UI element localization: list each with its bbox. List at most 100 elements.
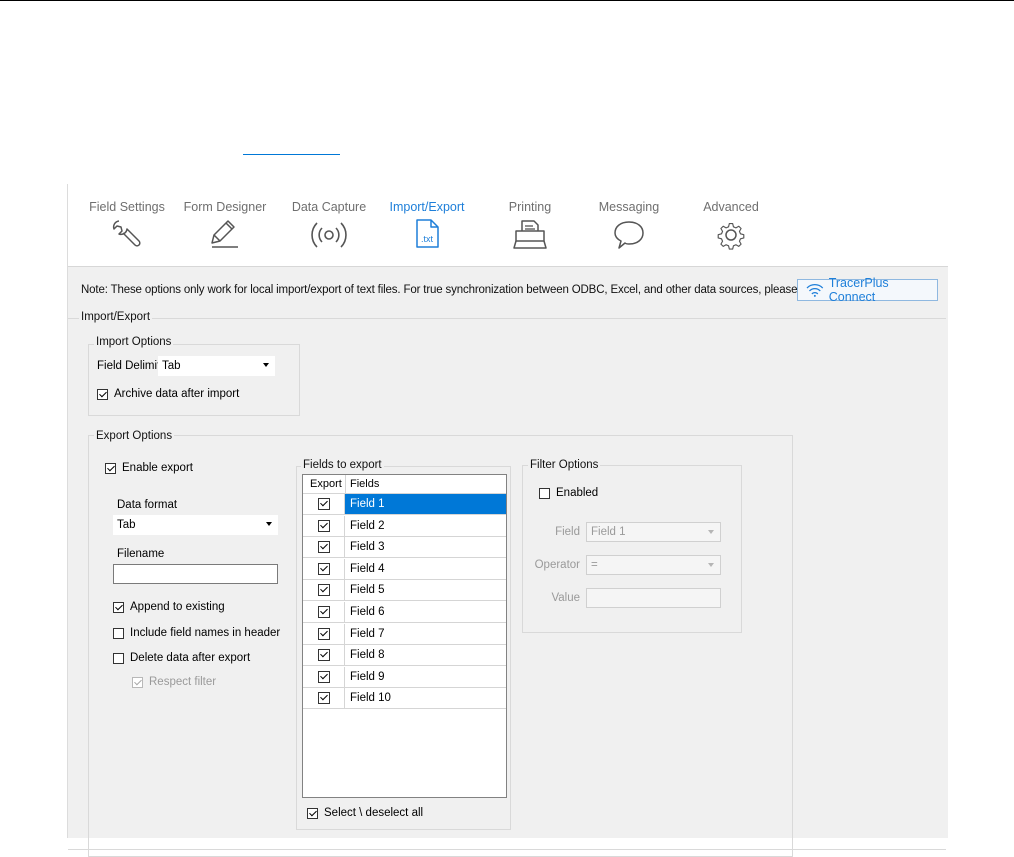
checkbox-box	[113, 627, 124, 639]
tab-field-settings[interactable]: Field Settings	[89, 200, 165, 250]
include-field-names-label: Include field names in header	[130, 627, 281, 639]
checkbox-box	[132, 676, 143, 688]
pencil-icon	[211, 220, 238, 248]
tab-label: Import/Export	[389, 200, 465, 214]
respect-filter-checkbox: Respect filter	[132, 676, 216, 688]
export-checkbox[interactable]	[318, 519, 330, 532]
broadcast-icon	[311, 222, 347, 248]
table-row[interactable]: Field 10	[303, 688, 506, 710]
tab-form-designer[interactable]: Form Designer	[183, 200, 267, 250]
table-row[interactable]: Field 2	[303, 515, 506, 537]
tab-import-export[interactable]: Import/Export .txt	[388, 200, 466, 250]
filter-enabled-label: Enabled	[556, 487, 599, 499]
table-row[interactable]: Field 8	[303, 645, 506, 667]
checkbox-box	[113, 652, 124, 664]
wifi-icon	[806, 284, 824, 297]
tracerplus-connect-label: TracerPlus Connect	[828, 276, 889, 304]
tab-data-capture[interactable]: Data Capture	[290, 200, 368, 250]
filter-field-select: Field 1	[586, 522, 721, 542]
export-cell	[303, 558, 345, 579]
field-name-cell: Field 5	[350, 584, 385, 597]
export-cell	[303, 602, 345, 622]
export-checkbox[interactable]	[318, 627, 330, 640]
export-cell	[303, 537, 345, 558]
filter-value-input	[586, 588, 721, 608]
tab-messaging[interactable]: Messaging	[596, 200, 662, 250]
tab-label: Messaging	[598, 200, 660, 214]
export-checkbox[interactable]	[318, 670, 330, 683]
tab-label: Form Designer	[183, 200, 267, 214]
field-name-cell: Field 2	[350, 519, 385, 532]
tab-label: Data Capture	[291, 200, 367, 214]
filter-field-value: Field 1	[591, 526, 626, 538]
table-row[interactable]: Field 6	[303, 602, 506, 623]
txt-icon-label: .txt	[421, 234, 434, 244]
include-field-names-checkbox[interactable]: Include field names in header	[113, 627, 280, 639]
sync-note: Note: These options only work for local …	[81, 284, 819, 296]
gear-icon	[717, 222, 745, 250]
export-checkbox[interactable]	[318, 498, 330, 510]
tab-printing[interactable]: Printing	[495, 200, 565, 250]
chevron-down-icon	[708, 530, 714, 534]
tab-label: Field Settings	[89, 200, 165, 214]
data-format-value: Tab	[117, 519, 136, 531]
top-border-line	[0, 0, 1014, 1]
export-checkbox[interactable]	[318, 541, 330, 554]
select-all-checkbox[interactable]: Select \ deselect all	[307, 807, 423, 819]
table-row[interactable]: Field 4	[303, 558, 506, 580]
archive-after-import-checkbox[interactable]: Archive data after import	[97, 388, 239, 400]
field-delimiter-value: Tab	[162, 360, 181, 372]
tab-ribbon: Field Settings Form Designer Data Captur…	[68, 184, 948, 267]
checkbox-box	[105, 462, 116, 474]
grid-header: Export Fields	[303, 475, 506, 494]
checkbox-box	[539, 487, 550, 499]
table-row[interactable]: Field 9	[303, 666, 506, 688]
tracerplus-connect-button[interactable]: TracerPlus Connect	[797, 276, 938, 304]
import-export-title: Import/Export	[79, 311, 153, 323]
export-checkbox[interactable]	[318, 562, 330, 575]
data-format-select[interactable]: Tab	[113, 515, 278, 535]
export-cell	[303, 666, 345, 687]
table-row[interactable]: Field 5	[303, 580, 506, 602]
field-name-cell: Field 1	[350, 498, 385, 510]
field-delimiter-select[interactable]: Tab	[158, 356, 275, 376]
delete-after-export-checkbox[interactable]: Delete data after export	[113, 652, 250, 664]
export-cell	[303, 494, 345, 514]
table-row[interactable]: Field 7	[303, 623, 506, 645]
enable-export-checkbox[interactable]: Enable export	[105, 462, 193, 474]
append-to-existing-label: Append to existing	[130, 601, 225, 613]
column-header-fields[interactable]: Fields	[350, 478, 379, 490]
tab-label: Printing	[508, 200, 552, 214]
field-name-cell: Field 10	[350, 692, 391, 705]
fields-grid: Export Fields Field 1 Field 2 Field 3 Field…	[302, 474, 507, 798]
export-options-title: Export Options	[94, 430, 175, 442]
export-checkbox[interactable]	[318, 606, 330, 618]
filter-operator-label: Operator	[534, 559, 580, 571]
column-header-export[interactable]: Export	[310, 478, 342, 490]
tab-label: Advanced	[703, 200, 759, 214]
chevron-down-icon	[263, 363, 269, 367]
filter-field-label: Field	[555, 526, 580, 538]
table-row[interactable]: Field 3	[303, 537, 506, 559]
table-row[interactable]: Field 1	[303, 494, 506, 515]
export-checkbox[interactable]	[318, 649, 330, 662]
select-all-label: Select \ deselect all	[324, 807, 424, 819]
filename-label: Filename	[117, 548, 165, 560]
filter-operator-value: =	[591, 559, 598, 571]
settings-window: Field Settings Form Designer Data Captur…	[67, 184, 948, 857]
tab-advanced[interactable]: Advanced	[700, 200, 762, 250]
checkbox-box	[113, 601, 124, 613]
filename-input[interactable]	[113, 564, 278, 584]
speech-bubble-icon	[614, 221, 644, 249]
export-cell	[303, 580, 345, 601]
export-checkbox[interactable]	[318, 692, 330, 705]
export-checkbox[interactable]	[318, 584, 330, 597]
field-name-cell: Field 9	[350, 670, 385, 683]
export-cell	[303, 688, 345, 709]
append-to-existing-checkbox[interactable]: Append to existing	[113, 601, 225, 613]
fields-to-export-title: Fields to export	[301, 459, 384, 471]
checkbox-box	[97, 388, 108, 400]
checkbox-box	[307, 807, 318, 819]
export-cell	[303, 645, 345, 666]
filter-enabled-checkbox[interactable]: Enabled	[539, 487, 598, 499]
